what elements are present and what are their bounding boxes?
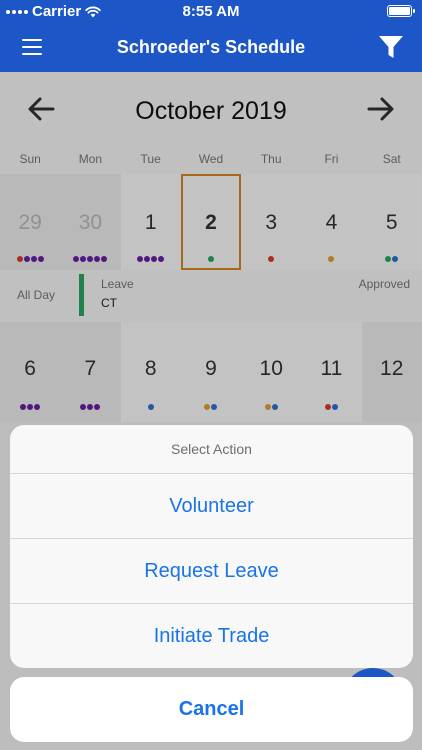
cancel-button[interactable]: Cancel	[10, 677, 413, 742]
status-bar: Carrier 8:55 AM	[0, 0, 422, 22]
clock: 8:55 AM	[182, 3, 240, 20]
page-title: Schroeder's Schedule	[116, 37, 306, 57]
filter-funnel-icon[interactable]	[378, 34, 404, 60]
battery-icon	[387, 5, 415, 17]
volunteer-button[interactable]: Volunteer	[10, 474, 413, 539]
action-sheet-title: Select Action	[10, 425, 413, 474]
request-leave-button[interactable]: Request Leave	[10, 539, 413, 604]
nav-bar: Schroeder's Schedule	[0, 22, 422, 72]
initiate-trade-button[interactable]: Initiate Trade	[10, 604, 413, 668]
action-sheet: Select Action Volunteer Request Leave In…	[10, 425, 413, 668]
